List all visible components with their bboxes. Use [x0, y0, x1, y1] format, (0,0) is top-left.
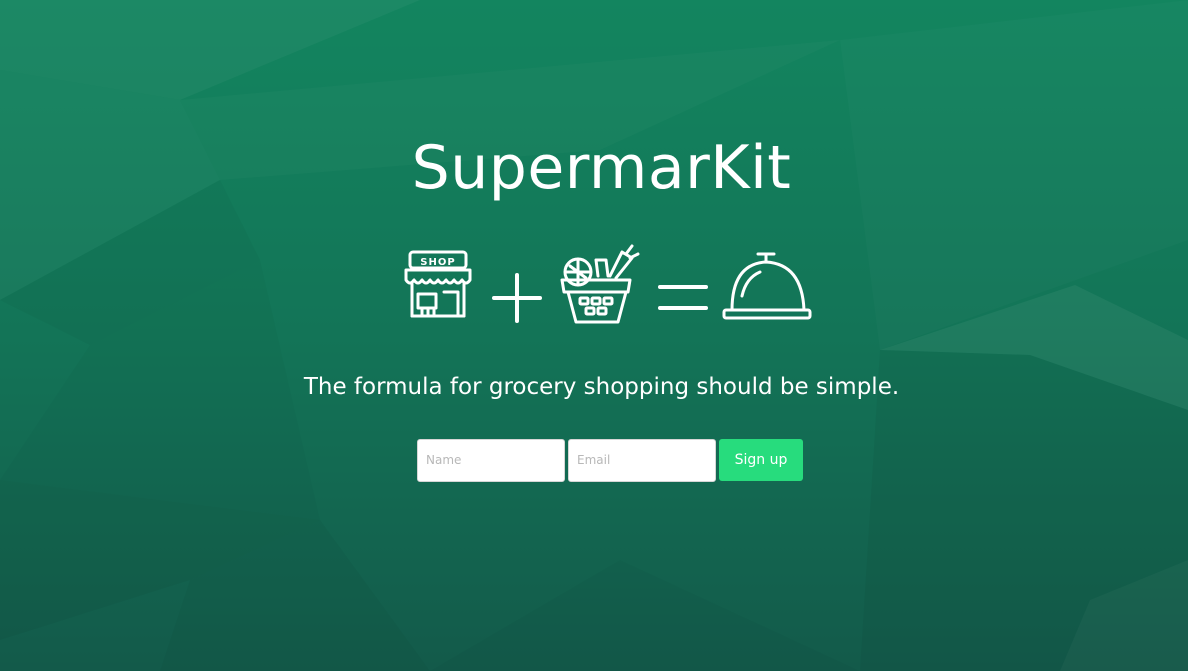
email-input[interactable] — [568, 438, 716, 482]
formula-illustration: SHOP — [400, 242, 820, 332]
sign-up-button[interactable]: Sign up — [719, 439, 803, 481]
shop-sign-text: SHOP — [420, 257, 455, 268]
signup-form: Sign up — [417, 438, 803, 482]
plus-icon — [492, 273, 542, 323]
name-input[interactable] — [417, 438, 565, 482]
serving-cloche-icon — [722, 252, 812, 320]
page-title: SupermarKit — [411, 133, 792, 203]
grocery-basket-icon — [560, 244, 640, 324]
tagline: The formula for grocery shopping should … — [303, 374, 900, 400]
equals-icon — [658, 285, 708, 310]
hero-section: SupermarKit SHOP The formula for grocery… — [0, 0, 1188, 671]
